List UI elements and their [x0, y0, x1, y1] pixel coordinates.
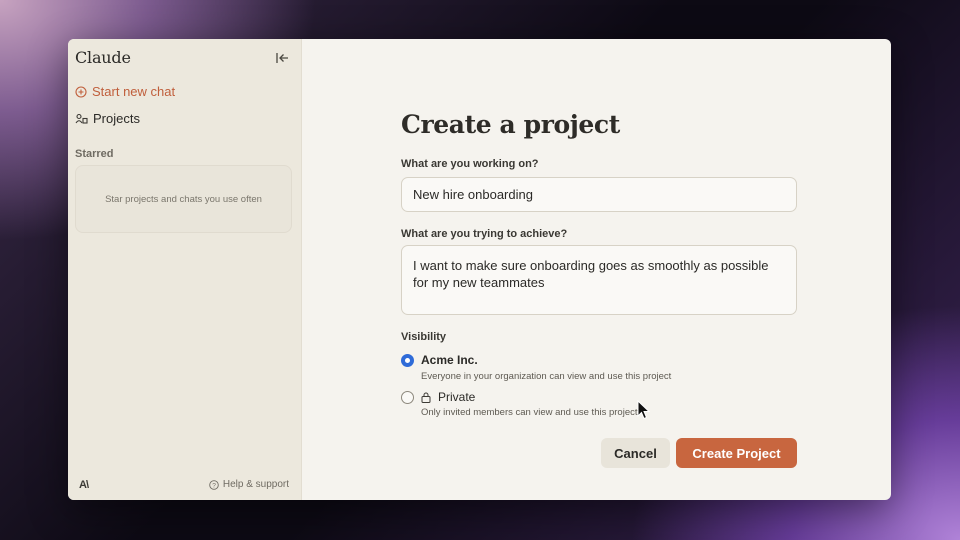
- private-option-description: Only invited members can view and use th…: [421, 407, 638, 418]
- app-window: Claude Start new chat Projects Starred S…: [68, 39, 891, 500]
- anthropic-logo: A\: [79, 479, 89, 491]
- collapse-sidebar-button[interactable]: [274, 50, 290, 66]
- create-project-panel: Create a project What are you working on…: [302, 39, 891, 500]
- create-project-button[interactable]: Create Project: [676, 438, 797, 468]
- project-name-input[interactable]: New hire onboarding: [401, 177, 797, 212]
- radio-private[interactable]: [401, 390, 414, 404]
- sidebar-item-projects[interactable]: Projects: [75, 111, 140, 126]
- radio-organization[interactable]: [401, 353, 414, 367]
- private-option-title: Private: [438, 390, 476, 404]
- projects-label: Projects: [93, 111, 140, 126]
- pointer-cursor-icon: [637, 400, 651, 420]
- project-name-label: What are you working on?: [401, 158, 539, 170]
- help-icon: ?: [209, 479, 219, 490]
- organization-option-title: Acme Inc.: [421, 353, 478, 367]
- sidebar: Claude Start new chat Projects Starred S…: [68, 39, 302, 500]
- help-support-link[interactable]: ? Help & support: [209, 479, 289, 490]
- help-support-label: Help & support: [222, 479, 289, 490]
- visibility-option-private[interactable]: Private: [401, 390, 475, 404]
- projects-icon: [75, 113, 88, 124]
- starred-heading: Starred: [75, 148, 114, 160]
- start-new-chat-label: Start new chat: [92, 84, 176, 99]
- visibility-label: Visibility: [401, 331, 447, 343]
- project-goal-label: What are you trying to achieve?: [401, 228, 568, 240]
- project-goal-textarea[interactable]: I want to make sure onboarding goes as s…: [401, 245, 797, 315]
- plus-circle-icon: [75, 85, 87, 98]
- starred-empty-state: Star projects and chats you use often: [75, 165, 292, 233]
- cancel-button[interactable]: Cancel: [601, 438, 670, 468]
- visibility-option-organization[interactable]: Acme Inc.: [401, 353, 478, 367]
- starred-empty-text: Star projects and chats you use often: [105, 193, 262, 205]
- page-title: Create a project: [401, 110, 620, 139]
- collapse-sidebar-icon: [275, 53, 288, 63]
- start-new-chat-link[interactable]: Start new chat: [75, 84, 175, 99]
- lock-icon: [421, 392, 431, 403]
- svg-text:?: ?: [212, 482, 216, 489]
- organization-option-description: Everyone in your organization can view a…: [421, 371, 672, 382]
- brand-logo[interactable]: Claude: [75, 48, 131, 67]
